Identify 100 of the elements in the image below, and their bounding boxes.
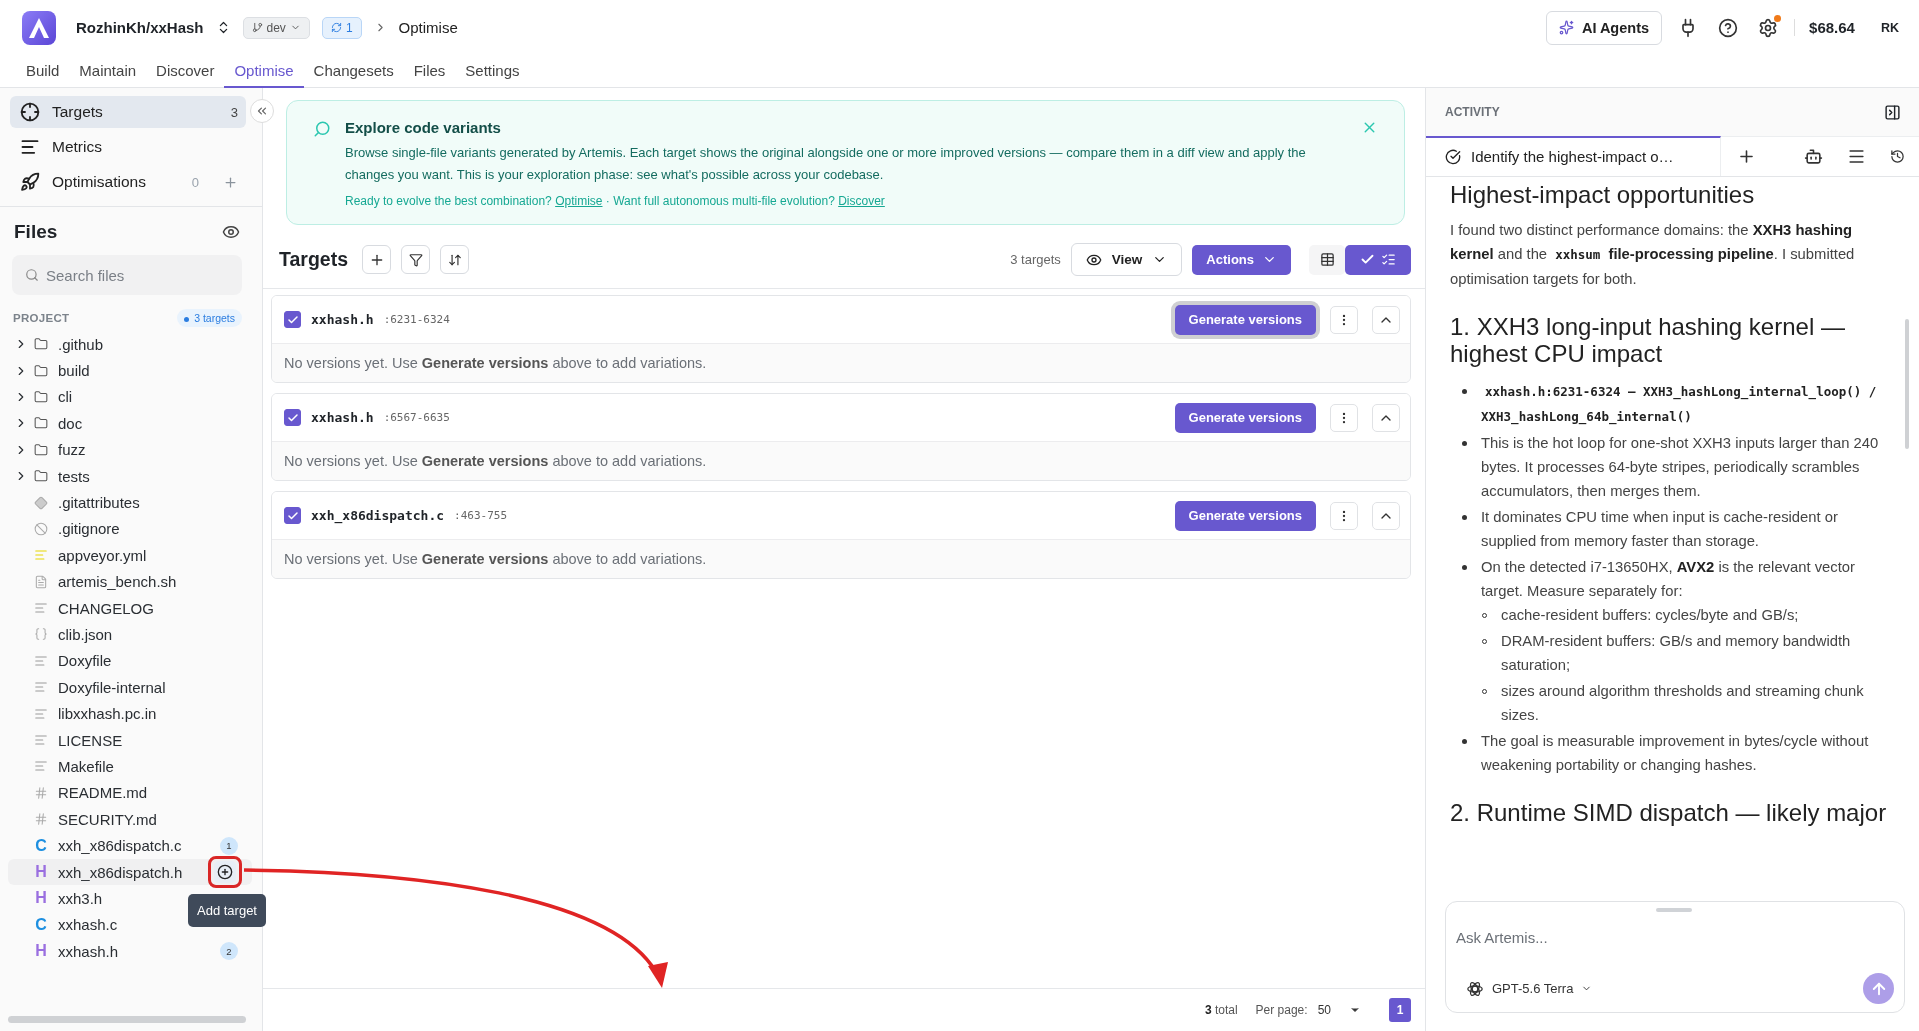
lines-icon [34,706,48,721]
search-field[interactable]: Search files [12,255,242,295]
hash-icon [34,812,48,827]
file-tree-row[interactable]: Doxyfile [8,647,252,675]
generate-button[interactable]: Generate versions [1174,500,1316,531]
checkbox[interactable] [284,507,301,524]
file-tree-row[interactable]: tests [8,462,252,490]
check-icon [286,411,299,424]
file-tree-row[interactable]: LICENSE [8,726,252,754]
nav-tab[interactable]: Discover [146,55,225,88]
folder-icon [34,469,48,484]
targets-count: 3 targets [1010,252,1061,267]
grid-view-button[interactable] [1309,244,1345,275]
nav-tab[interactable]: Build [16,55,70,88]
file-tree-row[interactable]: .gitignore [8,515,252,543]
settings-icon [1758,17,1779,38]
eye-icon[interactable] [222,223,240,241]
add-icon[interactable] [1737,147,1756,166]
checkbox[interactable] [284,409,301,426]
file-tree-row[interactable]: artemis_bench.sh [8,568,252,595]
file-type-icon: C [34,836,48,855]
folder-icon [34,442,48,457]
empty-message: No versions yet. Use Generate versions above to add variations. [284,551,707,567]
file-type-icon: H [34,942,48,961]
lines-icon [34,653,48,668]
search-icon [313,120,331,138]
section-label: PROJECT [13,312,70,324]
per-page-select[interactable]: 50 [1315,1003,1369,1017]
view-button[interactable]: View [1070,243,1183,276]
add-button[interactable] [362,245,391,274]
file-tree-row[interactable]: fuzz [8,436,252,463]
menu-icon[interactable] [1847,147,1866,166]
folder-icon [34,337,48,352]
collapse-button[interactable] [250,99,274,123]
sidebar-item[interactable]: Targets 3 [10,96,246,128]
collapse-button[interactable] [1372,403,1400,432]
user-initials[interactable]: RK [1880,20,1899,35]
page-button[interactable]: 1 [1389,998,1411,1022]
checklist-icon [1381,252,1396,267]
activity-title: ACTIVITY [1445,105,1500,119]
table-icon [1319,252,1335,267]
nav-tab[interactable]: Maintain [69,55,147,88]
file-tree-row[interactable]: SECURITY.md [8,806,252,833]
file-tree-row[interactable]: H xxhash.h 2 [8,938,252,965]
robot-icon[interactable] [1804,147,1823,166]
file-tree-row[interactable]: Makefile [8,753,252,780]
repo-name[interactable]: RozhinKh/xxHash [76,19,204,36]
sidebar-item[interactable]: Optimisations 0 [10,166,246,198]
balance: $68.64 [1794,19,1855,36]
scrollbar[interactable] [8,1016,246,1023]
file-tree-row[interactable]: Doxyfile-internal [8,674,252,701]
ban-icon [34,521,48,536]
collapse-button[interactable] [1372,501,1400,530]
file-tree-row[interactable]: C xxh_x86dispatch.c 1 [8,832,252,859]
lines-icon [34,601,48,616]
file-tree-row[interactable]: README.md [8,779,252,807]
sort-button[interactable] [440,245,469,274]
lines-icon [34,680,48,695]
history-icon[interactable] [1890,149,1905,164]
generate-button[interactable]: Generate versions [1174,402,1316,433]
file-tree-row[interactable]: CHANGELOG [8,594,252,622]
file-tree-row[interactable]: .github [8,331,252,358]
file-tree-row[interactable]: build [8,357,252,384]
filter-button[interactable] [401,245,430,274]
nav-tab[interactable]: Files [403,55,456,88]
file-tree-row[interactable]: appveyor.yml [8,542,252,569]
list-item-text: sizes around algorithm thresholds and streaming chunk sizes. [1501,682,1865,725]
file-tree-row[interactable]: libxxhash.pc.in [8,700,252,727]
sort-icon [447,252,462,267]
collapse-button[interactable] [1372,305,1400,334]
ai-agents-button[interactable]: AI Agents [1545,10,1663,45]
activity-tab[interactable]: Identify the highest-impact o… [1426,135,1721,176]
braces-icon [34,627,48,642]
actions-button[interactable]: Actions [1192,244,1291,275]
file-tree-row[interactable]: .gitattributes [8,489,252,516]
nav-tab[interactable]: Settings [455,55,530,88]
logo-icon[interactable] [22,10,56,45]
list-item-text: The goal is measurable improvement in bytes/cycle without weakening portability or changing hashes. [1481,732,1870,775]
add-target-button[interactable] [214,861,236,883]
branch-selector[interactable]: dev [242,16,310,39]
model-selector[interactable]: GPT-5.6 Terra [1466,979,1593,998]
file-tree-row[interactable]: doc [8,410,252,437]
bar-list-icon [20,137,40,157]
file-tree-row[interactable]: clib.json [8,621,252,648]
sync-badge[interactable]: 1 [321,16,362,39]
file-tree-row[interactable]: cli [8,383,252,411]
nav-tab[interactable]: Changesets [303,55,404,88]
file-tree-row[interactable]: H xxh_x86dispatch.h [8,858,252,886]
per-page-label: Per page: [1255,1003,1308,1017]
file-icon [34,574,48,589]
branch-icon [251,22,263,33]
list-view-button[interactable] [1345,244,1411,275]
target-file: xxhash.h [311,410,374,425]
resize-handle[interactable] [1656,908,1692,912]
panel-icon[interactable] [1884,103,1901,121]
scrollbar[interactable] [1905,319,1909,449]
banner-title: Explore code variants [345,119,501,136]
sidebar-item[interactable]: Metrics [10,131,246,163]
checkbox[interactable] [284,311,301,328]
search-icon [25,268,39,282]
